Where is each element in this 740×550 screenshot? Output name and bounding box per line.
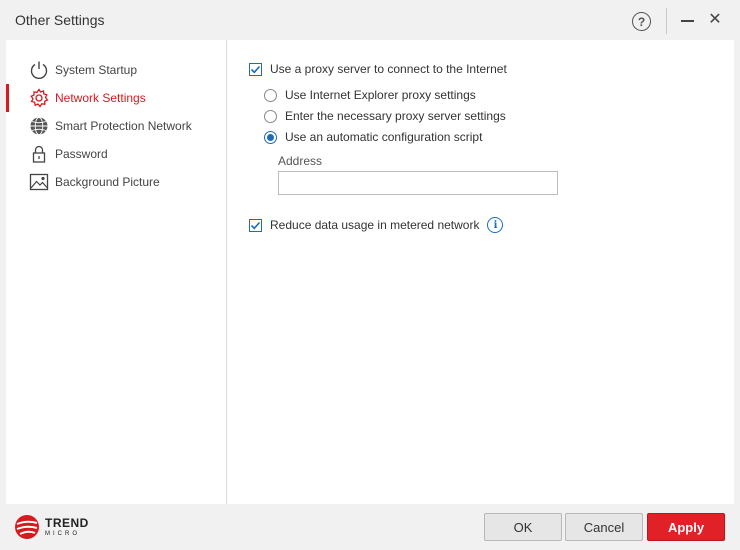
picture-icon	[29, 172, 49, 192]
minimize-icon[interactable]	[681, 20, 694, 22]
proxy-option-ie[interactable]: Use Internet Explorer proxy settings	[264, 88, 476, 102]
radio-ie-proxy-label: Use Internet Explorer proxy settings	[285, 88, 476, 102]
network-settings-panel: Use a proxy server to connect to the Int…	[227, 40, 734, 504]
sidebar-item-password[interactable]: Password	[6, 140, 226, 168]
sidebar-item-label: Network Settings	[55, 91, 146, 105]
sidebar-item-background-picture[interactable]: Background Picture	[6, 168, 226, 196]
sidebar-item-network-settings[interactable]: Network Settings	[6, 84, 226, 112]
ok-button[interactable]: OK	[484, 513, 562, 541]
sidebar-item-label: Smart Protection Network	[55, 119, 192, 133]
power-icon	[29, 60, 49, 80]
active-marker	[6, 84, 9, 112]
radio-auto-script[interactable]	[264, 130, 277, 144]
window-title: Other Settings	[15, 12, 105, 28]
proxy-option-auto-script[interactable]: Use an automatic configuration script	[264, 130, 482, 144]
address-input[interactable]	[278, 171, 558, 195]
info-icon[interactable]: i	[487, 217, 504, 233]
metered-checkbox[interactable]	[249, 218, 262, 232]
titlebar-divider	[666, 8, 667, 34]
address-label: Address	[278, 154, 323, 168]
footer: TREND MICRO OK Cancel Apply	[0, 504, 740, 550]
close-icon[interactable]: ✕	[706, 10, 724, 30]
metered-checkbox-row[interactable]: Reduce data usage in metered network i	[249, 217, 504, 233]
trend-micro-logo: TREND MICRO	[14, 514, 89, 540]
apply-button[interactable]: Apply	[647, 513, 725, 541]
logo-text-trend: TREND	[45, 516, 89, 530]
proxy-checkbox-label: Use a proxy server to connect to the Int…	[270, 62, 507, 76]
sidebar-item-system-startup[interactable]: System Startup	[6, 56, 226, 84]
cancel-button[interactable]: Cancel	[565, 513, 643, 541]
sidebar-item-smart-protection-network[interactable]: Smart Protection Network	[6, 112, 226, 140]
title-bar: Other Settings ? ✕	[0, 0, 740, 40]
question-circle-icon[interactable]: ?	[632, 12, 651, 31]
proxy-checkbox-row[interactable]: Use a proxy server to connect to the Int…	[249, 62, 507, 76]
metered-checkbox-label: Reduce data usage in metered network	[270, 218, 480, 232]
radio-auto-script-label: Use an automatic configuration script	[285, 130, 483, 144]
gear-icon	[29, 88, 49, 108]
proxy-checkbox[interactable]	[249, 62, 262, 76]
radio-manual-proxy-label: Enter the necessary proxy server setting…	[285, 109, 506, 123]
proxy-option-manual[interactable]: Enter the necessary proxy server setting…	[264, 109, 506, 123]
sidebar: System Startup Network Settings Smart Pr…	[6, 40, 226, 504]
trend-micro-logo-icon	[15, 515, 39, 539]
globe-icon	[29, 116, 49, 136]
lock-icon	[29, 144, 49, 164]
radio-ie-proxy[interactable]	[264, 88, 277, 102]
sidebar-item-label: Background Picture	[55, 175, 160, 189]
sidebar-item-label: Password	[55, 147, 108, 161]
sidebar-item-label: System Startup	[55, 63, 138, 77]
logo-text-micro: MICRO	[45, 531, 80, 537]
radio-manual-proxy[interactable]	[264, 109, 277, 123]
